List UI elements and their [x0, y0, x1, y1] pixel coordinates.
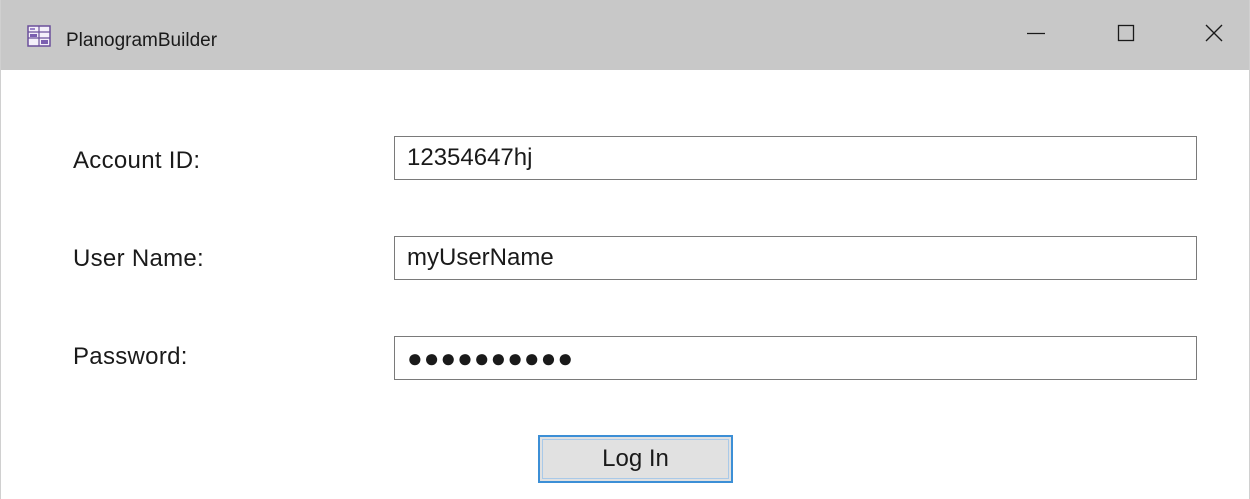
user-name-label: User Name:	[73, 245, 205, 272]
password-input[interactable]	[394, 336, 1197, 380]
minimize-button[interactable]	[1001, 0, 1071, 70]
window-title: PlanogramBuilder	[66, 30, 218, 51]
password-label: Password:	[73, 343, 188, 370]
account-id-label: Account ID:	[73, 147, 201, 174]
login-window: PlanogramBuilder Account ID: 12354647hj …	[0, 0, 1250, 499]
log-in-button[interactable]: Log In	[538, 435, 733, 483]
minimize-icon	[1026, 23, 1046, 48]
account-id-input[interactable]	[394, 136, 1197, 180]
user-name-input[interactable]	[394, 236, 1197, 280]
log-in-button-label: Log In	[602, 445, 669, 472]
app-icon	[27, 25, 51, 47]
maximize-icon	[1116, 23, 1136, 48]
title-bar[interactable]: PlanogramBuilder	[1, 0, 1249, 70]
close-icon	[1204, 23, 1224, 48]
close-button[interactable]	[1179, 0, 1249, 70]
maximize-button[interactable]	[1091, 0, 1161, 70]
